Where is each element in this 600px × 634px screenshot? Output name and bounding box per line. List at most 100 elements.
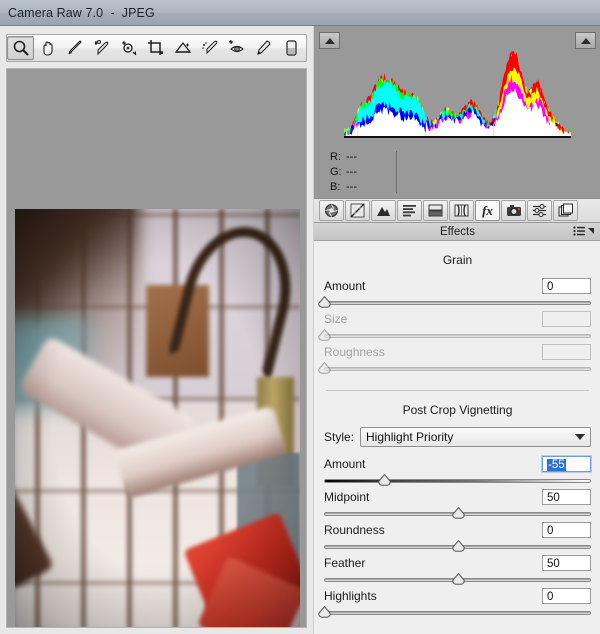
vignette-amount-label: Amount [324,457,366,471]
readout-b-label: B: [330,181,341,193]
section-divider [326,390,589,391]
vignette-highlights-slider-handle[interactable] [318,606,331,618]
grain-roughness-label: Roughness [324,345,385,359]
panel-menu-icon[interactable] [573,226,595,236]
grain-size-value-field[interactable] [542,311,591,327]
camera-raw-window: Camera Raw 7.0 - JPEG R: --- G: --- B: -… [0,0,600,634]
tab-snapshots[interactable] [553,200,578,221]
readout-b-value: --- [346,181,357,193]
hand-tool[interactable] [34,36,61,60]
panel-title: Effects [440,225,475,238]
left-pane [0,26,313,634]
vignette-amount-slider[interactable] [324,474,591,486]
grain-amount-slider-track [324,301,591,305]
vignette-roundness-slider[interactable] [324,540,591,552]
red-eye-removal-tool[interactable] [223,36,250,60]
vignette-roundness-value-field[interactable]: 0 [542,522,591,538]
grain-size-slider[interactable] [318,329,591,341]
shadow-clipping-icon[interactable] [319,32,340,49]
vignette-midpoint-slider[interactable] [324,507,591,519]
grain-amount-value-field[interactable]: 0 [542,278,591,294]
straighten-tool[interactable] [169,36,196,60]
highlight-clipping-icon[interactable] [575,32,596,49]
crop-tool[interactable] [142,36,169,60]
readout-r-value: --- [346,151,357,163]
histogram-panel [314,26,600,146]
targeted-adjustment-tool[interactable] [115,36,142,60]
title-bar: Camera Raw 7.0 - JPEG [0,0,600,26]
vignette-amount-slider-track [324,479,591,483]
readout-divider [396,151,397,193]
vignette-midpoint-label: Midpoint [324,490,370,504]
tool-strip [6,34,307,62]
vignette-feather-value-field[interactable]: 50 [542,555,591,571]
adjustment-brush-tool[interactable] [250,36,277,60]
vignette-roundness-slider-handle[interactable] [451,540,465,552]
grain-roughness-value-field[interactable] [542,344,591,360]
readout-g-value: --- [346,166,357,178]
tab-camera-calibration[interactable] [501,200,526,221]
graduated-filter-tool[interactable] [277,36,304,60]
vignette-midpoint-slider-handle[interactable] [451,507,465,519]
tab-hsl-grayscale[interactable] [397,200,422,221]
grain-slider-group: Amount 0 Size Roughness [318,277,591,374]
vignette-highlights-control: Highlights 0 [318,587,591,618]
grain-roughness-slider-track [324,367,591,371]
vignetting-section-title: Post Crop Vignetting [402,403,513,417]
readout-r-label: R: [330,151,341,163]
tab-basic[interactable] [319,200,344,221]
vignette-style-row: Style: Highlight Priority [324,427,591,447]
vignette-amount-control: Amount -55 [324,455,592,486]
grain-roughness-slider-handle[interactable] [318,362,331,374]
vignette-amount-value-field[interactable]: -55 [541,455,592,473]
chevron-down-icon [575,434,585,440]
tab-lens-corrections[interactable] [449,200,474,221]
tab-presets[interactable] [527,200,552,221]
vignette-highlights-label: Highlights [324,589,377,603]
histogram-graph [344,36,571,138]
grain-amount-label: Amount [324,279,366,293]
tab-effects[interactable]: fx [475,200,500,221]
grain-amount-control: Amount 0 [318,277,591,308]
grain-size-slider-track [324,334,591,338]
grain-roughness-control: Roughness [318,343,591,374]
panel-tab-bar: fx [314,198,600,223]
color-sampler-tool[interactable] [88,36,115,60]
window-title: Camera Raw 7.0 - JPEG [8,5,155,20]
grain-amount-slider-handle[interactable] [318,296,331,308]
vignette-feather-slider[interactable] [324,573,591,585]
vignette-feather-slider-handle[interactable] [451,573,465,585]
vignette-highlights-value-field[interactable]: 0 [542,588,591,604]
vignette-style-select[interactable]: Highlight Priority [360,427,591,447]
tab-split-toning[interactable] [423,200,448,221]
grain-section-title: Grain [442,253,473,267]
tab-tone-curve[interactable] [345,200,370,221]
grain-amount-slider[interactable] [318,296,591,308]
right-pane: R: --- G: --- B: --- fx Effects Grain Am… [313,26,600,634]
preview-vignette-overlay [15,209,300,627]
vignette-roundness-label: Roundness [324,523,385,537]
image-canvas[interactable] [6,68,307,628]
grain-size-label: Size [324,312,348,326]
white-balance-tool[interactable] [61,36,88,60]
vignette-style-value: Highlight Priority [366,430,454,444]
vignette-style-label: Style: [324,430,355,444]
rgb-readout: R: --- G: --- B: --- [314,146,600,198]
tab-detail[interactable] [371,200,396,221]
panel-header: Effects [314,223,600,241]
vignette-midpoint-value-field[interactable]: 50 [542,489,591,505]
grain-size-control: Size [318,310,591,341]
vignette-slider-group: Amount -55 Midpoint 50 Roundness 0 Feather 50 Hi… [318,455,592,618]
zoom-tool[interactable] [7,36,34,60]
vignette-highlights-slider[interactable] [318,606,591,618]
vignette-roundness-control: Roundness 0 [324,521,591,552]
grain-roughness-slider[interactable] [318,362,591,374]
vignette-amount-slider-handle[interactable] [378,474,391,486]
readout-g-label: G: [330,166,342,178]
vignette-amount-value-text: -55 [547,459,566,471]
spot-removal-tool[interactable] [196,36,223,60]
vignette-feather-control: Feather 50 [324,554,591,585]
grain-size-slider-handle[interactable] [318,329,331,341]
effects-panel-body: Grain Amount 0 Size Roughness Post Crop Vig… [314,241,600,634]
image-preview[interactable] [15,209,300,627]
